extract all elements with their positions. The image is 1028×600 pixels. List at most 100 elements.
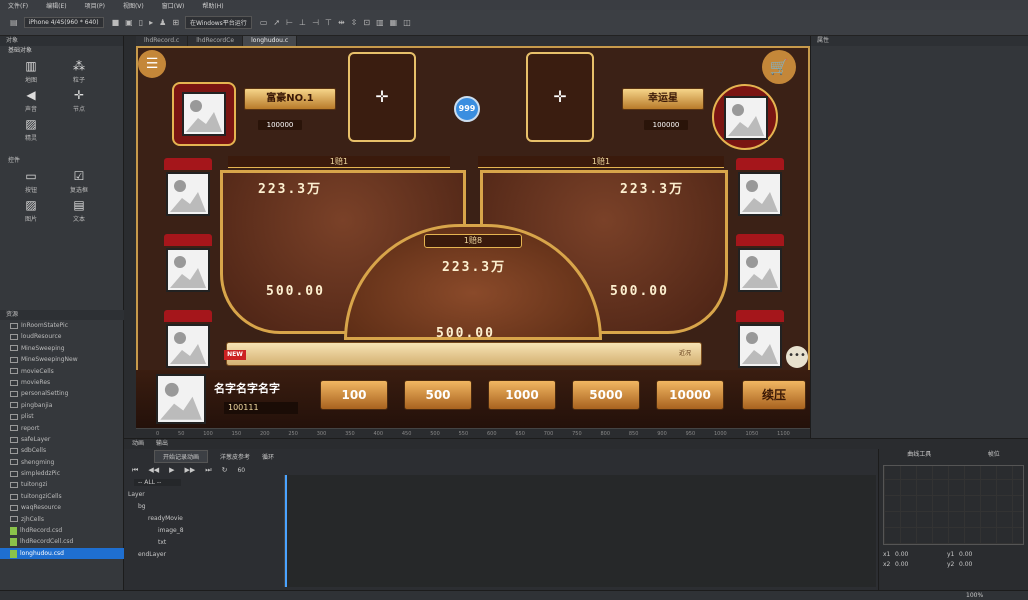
resource-folder[interactable]: personalSetting [0,388,124,399]
layer-row[interactable]: txt [124,537,264,549]
top-right-avatar[interactable] [724,96,768,140]
node-object[interactable]: ✛ 节点 [58,88,100,113]
resource-folder[interactable]: MineSweepingNew [0,354,124,365]
resource-folder[interactable]: safeLayer [0,434,124,445]
menu-icon[interactable]: ☰ [138,50,166,78]
tab-longhudou[interactable]: longhudou.c [243,36,298,46]
tab-lhdrecordcell[interactable]: lhdRecordCe [188,36,244,46]
distribute-h-icon[interactable]: ⇹ [338,18,345,27]
align-center-icon[interactable]: ⊥ [299,18,306,27]
tab-curve-tool[interactable]: 曲线工具 [907,449,931,461]
menu-project[interactable]: 项目(P) [85,1,105,10]
publish-icon[interactable]: ▯ [139,18,143,27]
particle-object[interactable]: ⁂ 粒子 [58,59,100,84]
device-selector[interactable]: iPhone 4/4S(960 * 640) [23,17,104,28]
flip-icon[interactable]: ◫ [403,18,411,27]
chip-500-button[interactable]: 500 [404,380,472,410]
menu-window[interactable]: 窗口(W) [162,1,185,10]
distribute-v-icon[interactable]: ⇳ [351,18,358,27]
playhead[interactable] [285,475,287,587]
resource-folder[interactable]: tuitongzi [0,479,124,490]
timeline-track[interactable] [284,475,876,587]
sprite-object[interactable]: ▨ 精灵 [10,117,52,142]
basic-objects-header[interactable]: 基础对象 [0,46,123,55]
play-icon[interactable]: ▸ [149,18,153,27]
resource-folder[interactable]: InRoomStatePic [0,320,124,331]
last-frame-icon[interactable]: ⏭ [205,466,211,475]
seat-avatar-right-3[interactable] [738,324,782,368]
menu-edit[interactable]: 编辑(E) [46,1,66,10]
resource-folder[interactable]: report [0,423,124,434]
resource-folder[interactable]: tuitongziCells [0,491,124,502]
user-icon[interactable]: ♟ [159,18,166,27]
zoom-level[interactable]: 100% [966,592,983,599]
y1-value[interactable]: 0.00 [959,551,1009,558]
resource-folder[interactable]: movieCells [0,366,124,377]
loop-icon[interactable]: ↻ [222,466,228,474]
save-all-icon[interactable]: ▣ [125,18,133,27]
layer-row[interactable]: endLayer [124,549,264,561]
curve-graph[interactable] [883,465,1024,545]
button-control[interactable]: ▭ 按钮 [10,169,52,194]
next-frame-icon[interactable]: ▶▶ [184,466,195,474]
x2-value[interactable]: 0.00 [895,561,945,568]
new-file-icon[interactable]: ▤ [10,18,18,27]
y2-value[interactable]: 0.00 [959,561,1009,568]
menu-view[interactable]: 视图(V) [123,1,144,10]
audio-object[interactable]: ◀ 声音 [10,88,52,113]
align-middle-icon[interactable]: ⊡ [363,18,370,27]
layer-row[interactable]: readyMovie [124,513,264,525]
play-anim-icon[interactable]: ▶ [169,466,174,474]
resource-folder[interactable]: plist [0,411,124,422]
same-width-icon[interactable]: ▥ [376,18,384,27]
resource-folder[interactable]: pingbanjia [0,400,124,411]
onion-skin-toggle[interactable]: 洋葱皮参考 [220,452,250,461]
pointer-tool-icon[interactable]: ➚ [273,18,280,27]
resource-file[interactable]: longhudou.csd [0,547,124,560]
fps-value[interactable]: 60 [237,467,245,474]
continue-bet-button[interactable]: 续压 [742,380,806,410]
checkbox-control[interactable]: ☑ 复选框 [58,169,100,194]
tab-animation[interactable]: 动画 [132,439,144,449]
first-frame-icon[interactable]: ⏮ [132,466,138,475]
resource-folder[interactable]: zjhCells [0,514,124,525]
chip-1000-button[interactable]: 1000 [488,380,556,410]
resource-folder[interactable]: movieRes [0,377,124,388]
align-right-icon[interactable]: ⊣ [312,18,319,27]
resource-file[interactable]: lhdRecord.csd [0,525,124,536]
chat-bubble-icon[interactable]: ••• [786,346,808,368]
seat-avatar-right-1[interactable] [738,172,782,216]
windows-icon[interactable]: ⊞ [172,18,179,27]
align-top-icon[interactable]: ⊤ [325,18,332,27]
prev-frame-icon[interactable]: ◀◀ [148,466,159,474]
player-avatar[interactable] [156,374,206,424]
menu-help[interactable]: 帮助(H) [202,1,223,10]
seat-avatar-right-2[interactable] [738,248,782,292]
image-control[interactable]: ▨ 图片 [10,198,52,223]
resource-file[interactable]: lhdRecordCell.csd [0,536,124,547]
recent-records-button[interactable]: 近况 [672,344,698,364]
tab-frame-pos[interactable]: 帧位 [988,449,1000,461]
layer-row[interactable]: Layer [124,489,264,501]
map-object[interactable]: ▥ 地图 [10,59,52,84]
resource-folder[interactable]: shengming [0,457,124,468]
top-left-avatar[interactable] [182,92,226,136]
start-record-button[interactable]: 开始记录动画 [154,449,209,463]
layer-row[interactable]: image_8 [124,525,264,537]
chip-10000-button[interactable]: 10000 [656,380,724,410]
layer-row[interactable]: bg [124,501,264,513]
tab-lhdrecord[interactable]: lhdRecord.c [136,36,189,46]
shop-cart-icon[interactable]: 🛒 [762,50,796,84]
resource-folder[interactable]: waqResource [0,502,124,513]
seat-avatar-left-2[interactable] [166,248,210,292]
chip-100-button[interactable]: 100 [320,380,388,410]
resource-folder[interactable]: MineSweeping [0,343,124,354]
layer-filter[interactable]: -- ALL -- [134,479,182,486]
align-left-icon[interactable]: ⊢ [286,18,293,27]
tab-output[interactable]: 输出 [156,439,168,449]
x1-value[interactable]: 0.00 [895,551,945,558]
menu-file[interactable]: 文件(F) [8,1,28,10]
controls-header[interactable]: 控件 [0,156,123,165]
scene-canvas[interactable]: ☰ 🛒 富豪NO.1 100000 幸运星 100000 ✛ ✛ 999 1赔1… [136,46,810,428]
select-tool-icon[interactable]: ▭ [260,18,268,27]
